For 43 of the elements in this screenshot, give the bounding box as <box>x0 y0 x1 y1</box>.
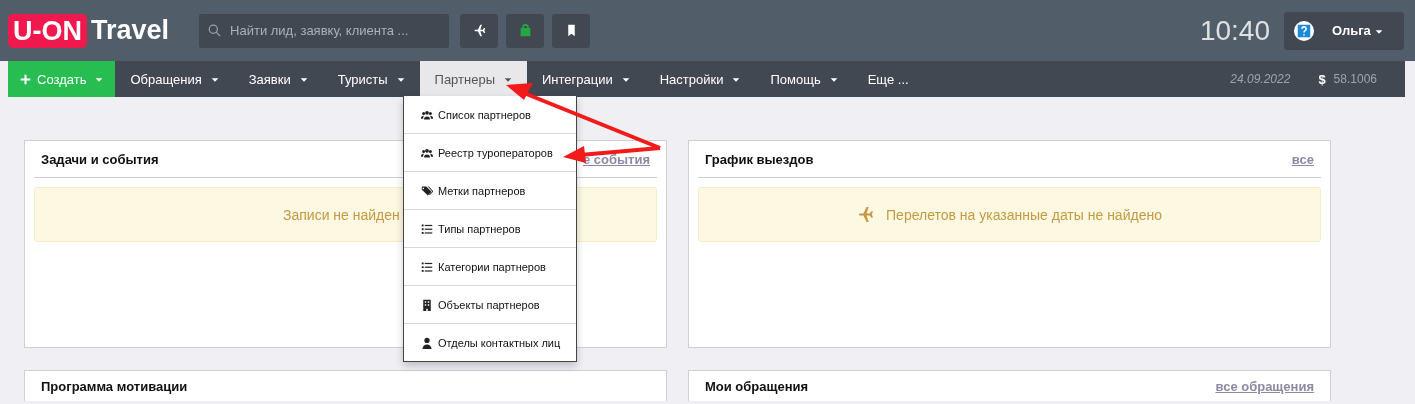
panel-title: Программа мотивации <box>41 378 188 394</box>
airplane-icon <box>857 206 875 223</box>
nav-tab[interactable]: Интеграции <box>527 61 645 97</box>
quick-button[interactable] <box>552 13 591 48</box>
alert-message: Перелетов на указанные даты не найдено <box>886 206 1162 223</box>
tags-icon <box>421 184 433 197</box>
menu-item[interactable]: Объекты партнеров <box>404 286 576 324</box>
list-icon <box>421 260 433 273</box>
menu-item[interactable]: Типы партнеров <box>404 210 576 248</box>
airplane-icon <box>472 24 486 37</box>
users-icon <box>421 146 433 159</box>
currency-symbol: $ <box>1318 71 1326 87</box>
panel-title: Мои обращения <box>705 378 809 394</box>
help-icon <box>1294 20 1314 41</box>
logo-badge: U-ON <box>8 13 87 48</box>
plus-icon <box>20 73 31 85</box>
exchange-rate: 58.1006 <box>1333 72 1377 86</box>
menu-item[interactable]: Категории партнеров <box>404 248 576 286</box>
panel-title: Задачи и события <box>41 151 159 167</box>
logo-text: Travel <box>91 15 170 46</box>
nav-tab[interactable]: Обращения <box>115 61 234 97</box>
nav-tab[interactable]: Помощь <box>755 61 853 97</box>
menu-item[interactable]: Метки партнеров <box>404 172 576 210</box>
user-menu-button[interactable]: Ольга <box>1284 11 1404 50</box>
list-icon <box>421 222 433 235</box>
bag-icon <box>518 24 532 37</box>
quick-button[interactable] <box>460 13 499 48</box>
nav-tab[interactable]: Еще ... <box>852 61 924 97</box>
nav-tab[interactable]: Туристы <box>322 61 420 97</box>
person-icon <box>421 336 433 349</box>
menu-item[interactable]: Список партнеров <box>404 96 576 134</box>
alert-message: Записи не найден <box>283 206 400 223</box>
users-icon <box>421 108 433 121</box>
nav-tab[interactable]: Заявки <box>233 61 323 97</box>
menu-item[interactable]: Отделы контактных лиц <box>404 324 576 361</box>
nav-tab[interactable]: Партнеры <box>419 61 527 97</box>
nav-tab[interactable]: Настройки <box>644 61 756 97</box>
clock-time: 10:40 <box>1199 14 1270 47</box>
search-icon <box>208 23 222 37</box>
building-icon <box>421 298 433 311</box>
panel-title: График выездов <box>705 151 814 167</box>
date-text: 24.09.2022 <box>1230 72 1291 86</box>
search-field[interactable]: Найти лид, заявку, клиента ... <box>199 13 450 48</box>
